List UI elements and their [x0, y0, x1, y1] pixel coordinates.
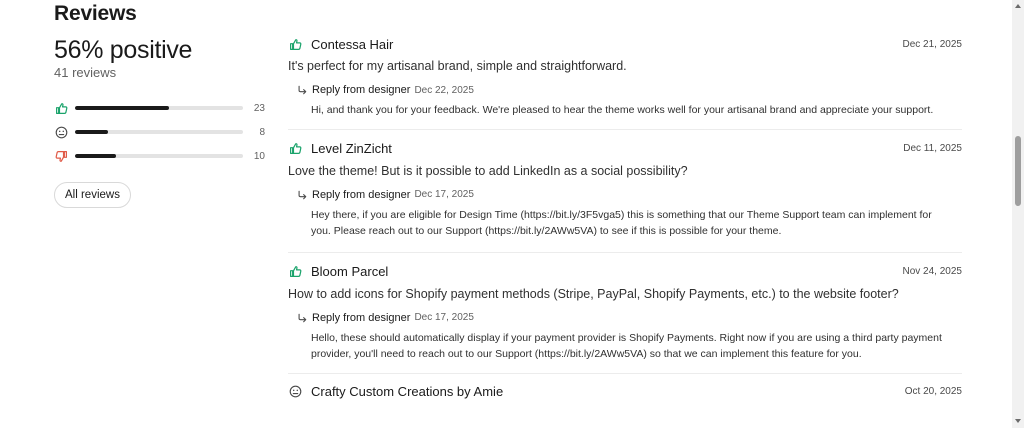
reply-arrow-icon: [297, 312, 308, 323]
neutral-face-icon: [288, 385, 302, 399]
thumbs-down-icon: [54, 149, 68, 163]
review-item: Crafty Custom Creations by Amie Oct 20, 2…: [288, 374, 962, 402]
reviews-summary: 56% positive 41 reviews 23 8 10 All review…: [54, 36, 266, 208]
review-item: Contessa Hair Dec 21, 2025 It's perfect fo…: [288, 34, 962, 130]
rating-bar: [75, 154, 243, 158]
reply-label: Reply from designer: [312, 188, 411, 201]
review-item: Level ZinZicht Dec 11, 2025 Love the theme…: [288, 130, 962, 253]
reply-arrow-icon: [297, 189, 308, 200]
scrollbar-thumb[interactable]: [1015, 136, 1021, 206]
review-author: Level ZinZicht: [311, 141, 392, 156]
rating-bar: [75, 130, 243, 134]
designer-reply: Reply from designer Dec 17, 2025 Hello, th…: [297, 311, 962, 363]
thumbs-up-icon: [288, 265, 302, 279]
review-author: Crafty Custom Creations by Amie: [311, 384, 504, 399]
all-reviews-button[interactable]: All reviews: [54, 182, 131, 208]
reviews-page: Reviews 56% positive 41 reviews 23 8 10 Al…: [0, 0, 1012, 428]
scroll-down-arrow-icon[interactable]: [1015, 419, 1021, 423]
reply-header: Reply from designer Dec 22, 2025: [297, 83, 962, 97]
review-date: Dec 11, 2025: [903, 143, 962, 154]
total-reviews-count: 41 reviews: [54, 65, 117, 80]
neutral-face-icon: [54, 125, 68, 139]
rating-bar: [75, 106, 243, 110]
review-author: Contessa Hair: [311, 36, 394, 52]
reviews-list: Contessa Hair Dec 21, 2025 It's perfect fo…: [288, 34, 962, 402]
rating-row-positive[interactable]: 23: [54, 96, 266, 120]
review-text: Love the theme! But is it possible to ad…: [288, 163, 688, 178]
percent-positive: 56% positive: [54, 36, 193, 64]
reply-label: Reply from designer: [312, 311, 411, 324]
designer-reply: Reply from designer Dec 17, 2025 Hey there…: [297, 188, 962, 240]
designer-reply: Reply from designer Dec 22, 2025 Hi, and t…: [297, 83, 962, 119]
rating-breakdown: 23 8 10: [54, 96, 266, 168]
rating-count: 23: [253, 102, 265, 114]
scrollbar[interactable]: [1012, 0, 1024, 428]
reply-text: Hello, these should automatically displa…: [311, 331, 942, 361]
review-header: Bloom Parcel Nov 24, 2025: [288, 262, 962, 282]
thumbs-up-icon: [288, 142, 302, 156]
review-text: How to add icons for Shopify payment met…: [288, 286, 899, 301]
rating-bar-fill: [75, 106, 170, 110]
rating-count: 10: [253, 150, 265, 162]
reply-date: Dec 17, 2025: [414, 189, 474, 200]
reply-header: Reply from designer Dec 17, 2025: [297, 311, 962, 325]
reply-text: Hey there, if you are eligible for Desig…: [311, 208, 932, 238]
review-item: Bloom Parcel Nov 24, 2025 How to add icons…: [288, 253, 962, 374]
reply-arrow-icon: [297, 85, 308, 96]
review-header: Contessa Hair Dec 21, 2025: [288, 34, 962, 54]
reply-header: Reply from designer Dec 17, 2025: [297, 188, 962, 202]
review-date: Dec 21, 2025: [902, 38, 963, 50]
review-header: Crafty Custom Creations by Amie Oct 20, 2…: [288, 382, 962, 402]
page-title: Reviews: [54, 2, 137, 25]
thumbs-up-icon: [288, 37, 302, 51]
review-text: It's perfect for my artisanal brand, sim…: [288, 59, 627, 73]
rating-count: 8: [259, 126, 265, 138]
scroll-up-arrow-icon[interactable]: [1015, 4, 1021, 8]
reply-date: Dec 17, 2025: [414, 312, 474, 323]
thumbs-up-icon: [54, 101, 68, 115]
reply-text: Hi, and thank you for your feedback. We'…: [311, 104, 934, 116]
review-header: Level ZinZicht Dec 11, 2025: [288, 139, 962, 159]
rating-row-negative[interactable]: 10: [54, 144, 266, 168]
reply-label: Reply from designer: [312, 84, 411, 96]
rating-bar-fill: [75, 154, 116, 158]
rating-row-neutral[interactable]: 8: [54, 120, 266, 144]
reply-date: Dec 22, 2025: [414, 84, 474, 96]
review-author: Bloom Parcel: [311, 264, 389, 279]
review-date: Oct 20, 2025: [904, 386, 962, 397]
review-date: Nov 24, 2025: [902, 266, 963, 277]
rating-bar-fill: [75, 130, 108, 134]
